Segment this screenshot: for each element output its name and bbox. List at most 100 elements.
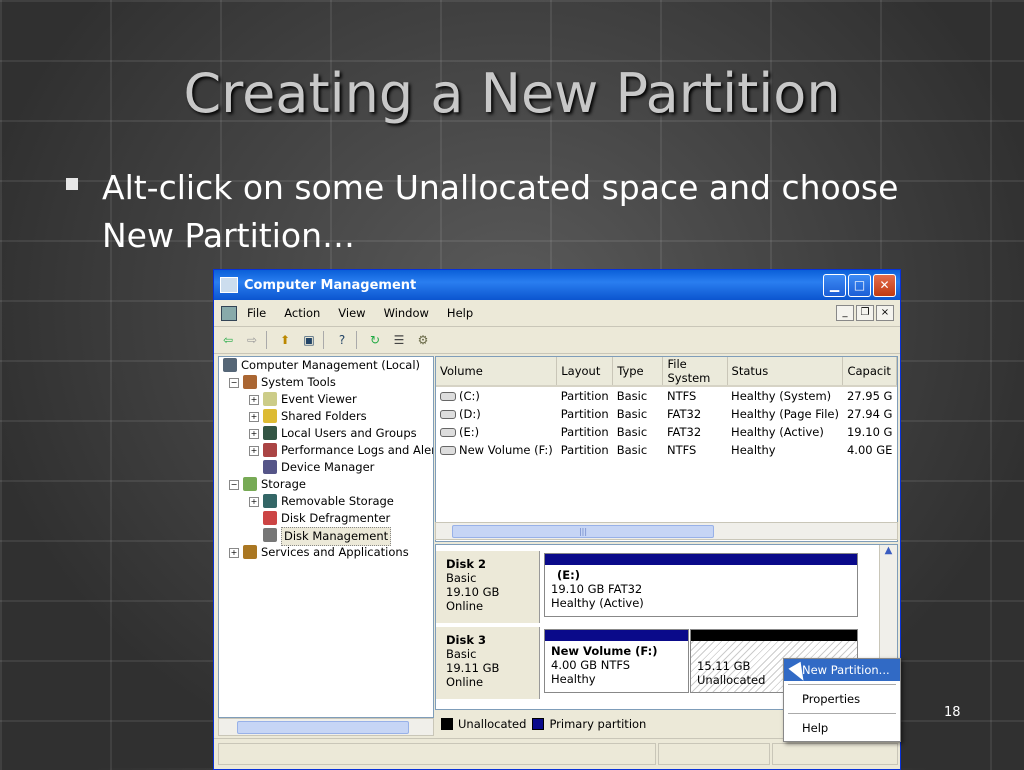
settings-icon[interactable]: ⚙ — [413, 331, 433, 349]
table-cell: Healthy (Page File) — [727, 405, 843, 423]
title-bar[interactable]: Computer Management ▁ □ ✕ — [214, 270, 900, 300]
partition-f[interactable]: New Volume (F:) 4.00 GB NTFS Healthy — [544, 629, 689, 693]
scroll-thumb[interactable] — [237, 721, 409, 734]
partition-detail: 19.10 GB FAT32 — [551, 582, 643, 596]
menu-separator — [788, 684, 896, 685]
status-cell — [772, 743, 898, 765]
column-layout[interactable]: Layout — [556, 357, 614, 387]
volume-list-header: Volume Layout Type File System Status Ca… — [436, 357, 897, 387]
computer-icon — [223, 358, 237, 372]
menu-properties[interactable]: Properties — [784, 688, 900, 710]
tree-item-label: Shared Folders — [281, 409, 367, 423]
refresh-icon[interactable]: ↻ — [365, 331, 385, 349]
menu-separator — [788, 713, 896, 714]
cell-text: Partition — [560, 389, 609, 403]
column-type[interactable]: Type — [612, 357, 664, 387]
mdi-close-button[interactable]: × — [876, 305, 894, 321]
table-row[interactable]: (E:) Partition Basic FAT32 Healthy (Active) 1… — [436, 423, 897, 441]
forward-icon[interactable]: ⇨ — [242, 331, 262, 349]
tree-item[interactable]: Computer Management (Local) — [219, 357, 433, 374]
disk-type: Basic — [446, 571, 477, 585]
tree-item[interactable]: + Performance Logs and Alerts — [219, 442, 433, 459]
tree-item[interactable]: − System Tools — [219, 374, 433, 391]
tree-item[interactable]: Disk Defragmenter — [219, 510, 433, 527]
tree-horizontal-scrollbar[interactable] — [218, 718, 434, 736]
tree-item[interactable]: Disk Management — [219, 527, 433, 546]
disk-info[interactable]: Disk 2 Basic 19.10 GB Online — [436, 551, 540, 623]
column-volume[interactable]: Volume — [436, 357, 558, 387]
expand-icon[interactable]: + — [249, 446, 259, 456]
table-cell: NTFS — [663, 386, 727, 405]
menu-view[interactable]: View — [338, 306, 365, 320]
tree-item[interactable]: + Event Viewer — [219, 391, 433, 408]
menu-file[interactable]: File — [247, 306, 266, 320]
expand-icon[interactable]: + — [249, 497, 259, 507]
tree-item[interactable]: + Removable Storage — [219, 493, 433, 510]
menu-help-context[interactable]: Help — [784, 717, 900, 739]
unallocated-bar — [691, 630, 857, 641]
mdi-minimize-button[interactable]: _ — [836, 305, 854, 321]
table-row[interactable]: (C:) Partition Basic NTFS Healthy (System) 27… — [436, 386, 897, 405]
table-cell: Partition — [557, 386, 613, 405]
volume-horizontal-scrollbar[interactable]: ||| — [435, 522, 898, 540]
toolbar-separator — [323, 331, 324, 349]
column-status[interactable]: Status — [727, 357, 844, 387]
column-file-system[interactable]: File System — [662, 357, 728, 387]
toolbar-separator — [356, 331, 357, 349]
mdi-restore-button[interactable]: ❐ — [856, 305, 874, 321]
expand-icon[interactable]: + — [249, 429, 259, 439]
table-cell: 27.94 G — [843, 405, 897, 423]
menu-window[interactable]: Window — [384, 306, 429, 320]
table-cell: Partition — [557, 405, 613, 423]
cell-text: Healthy (Page File) — [731, 407, 839, 421]
tree-item[interactable]: + Shared Folders — [219, 408, 433, 425]
cell-text: FAT32 — [666, 425, 702, 439]
cell-text: Basic — [616, 425, 648, 439]
tree-item[interactable]: Device Manager — [219, 459, 433, 476]
expand-icon[interactable]: + — [229, 548, 239, 558]
cell-text: NTFS — [666, 443, 697, 457]
disk-name: Disk 2 — [446, 557, 486, 571]
volume-icon — [440, 392, 456, 401]
show-hide-tree-icon[interactable]: ▣ — [299, 331, 319, 349]
partition-status: Healthy — [551, 672, 596, 686]
collapse-icon[interactable]: − — [229, 378, 239, 388]
scroll-thumb[interactable]: ||| — [452, 525, 714, 538]
tree-item[interactable]: − Storage — [219, 476, 433, 493]
expand-icon[interactable]: + — [249, 395, 259, 405]
maximize-button[interactable]: □ — [848, 273, 871, 297]
cell-text: (E:) — [459, 425, 480, 439]
volume-icon — [440, 410, 456, 419]
table-cell: FAT32 — [663, 423, 727, 441]
primary-partition-bar — [545, 554, 857, 565]
cell-text: Healthy — [731, 443, 776, 457]
expand-icon[interactable]: + — [249, 412, 259, 422]
table-row[interactable]: (D:) Partition Basic FAT32 Healthy (Page Fil… — [436, 405, 897, 423]
tree-item[interactable]: + Services and Applications — [219, 544, 433, 561]
back-icon[interactable]: ⇦ — [218, 331, 238, 349]
collapse-icon[interactable]: − — [229, 480, 239, 490]
help-icon[interactable]: ? — [332, 331, 352, 349]
table-cell: Partition — [557, 441, 613, 459]
window-title: Computer Management — [244, 277, 417, 293]
menu-help[interactable]: Help — [447, 306, 473, 320]
tree-item[interactable]: + Local Users and Groups — [219, 425, 433, 442]
close-button[interactable]: ✕ — [873, 273, 896, 297]
scroll-up-icon[interactable]: ▲ — [880, 545, 897, 561]
disk-info[interactable]: Disk 3 Basic 19.11 GB Online — [436, 627, 540, 699]
up-level-icon[interactable]: ⬆ — [275, 331, 295, 349]
cell-text: Healthy (System) — [731, 389, 832, 403]
legend-primary-partition: Primary partition — [549, 717, 647, 731]
cell-text: New Volume (F:) — [459, 443, 553, 457]
device-manager-icon — [263, 460, 277, 474]
table-row[interactable]: New Volume (F:) Partition Basic NTFS Healthy… — [436, 441, 897, 459]
column-capacity[interactable]: Capacit — [842, 357, 897, 387]
tools-icon — [243, 375, 257, 389]
properties-icon[interactable]: ☰ — [389, 331, 409, 349]
partition-e[interactable]: (E:) 19.10 GB FAT32 Healthy (Active) — [544, 553, 858, 617]
menu-action[interactable]: Action — [284, 306, 320, 320]
removable-storage-icon — [263, 494, 277, 508]
cell-text: Partition — [560, 425, 609, 439]
table-cell: Healthy (Active) — [727, 423, 843, 441]
minimize-button[interactable]: ▁ — [823, 273, 846, 297]
